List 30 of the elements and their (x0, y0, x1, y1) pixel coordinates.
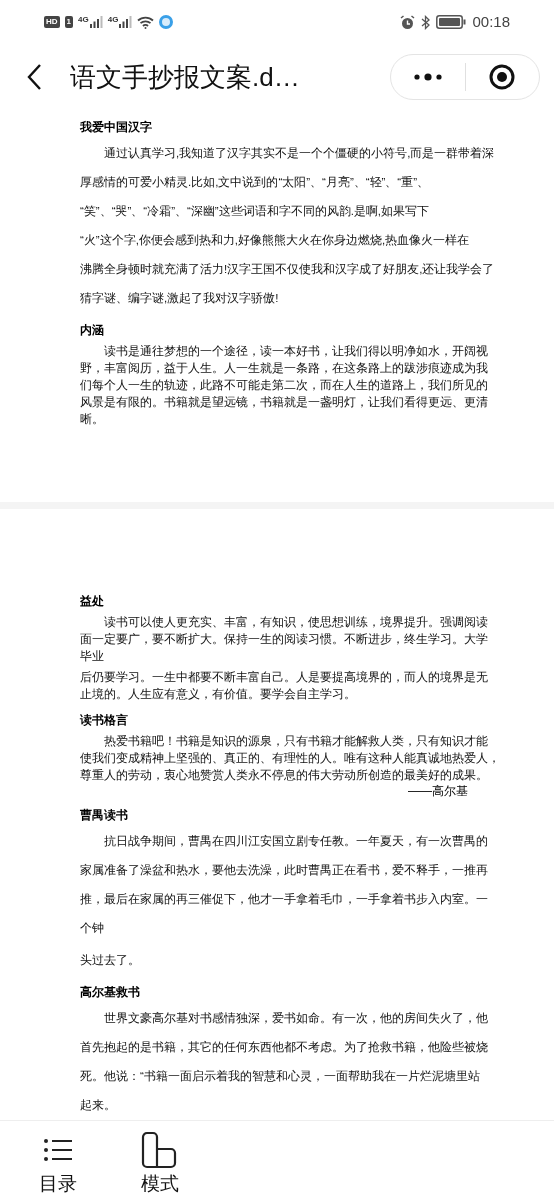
wifi-icon (137, 15, 155, 29)
section-heading: 内涵 (80, 322, 105, 339)
target-icon (488, 63, 517, 91)
paragraph: 读书可以使人更充实、丰富，有知识，使思想训练，境界提升。强调阅读 面一定要广，要不断扩大。保持一生的阅读习惯。不断进步，终生学习。大学 毕业 (80, 615, 488, 664)
alarm-icon (400, 14, 416, 30)
clock-time: 00:18 (472, 11, 510, 32)
app-icon (159, 15, 174, 29)
list-icon (43, 1138, 73, 1162)
sim-icon: 1 (64, 16, 73, 28)
more-icon (412, 73, 443, 81)
section-heading: 高尔基救书 (80, 984, 141, 1001)
section-heading: 益处 (80, 593, 105, 610)
paragraph: 后仍要学习。一生中都要不断丰富自己。人是要提高境界的，而人的境界是无 止境的。人生应有意义，有价值。要学会自主学习。 (80, 670, 488, 702)
paragraph: 通过认真学习,我知道了汉字其实不是一个个僵硬的小符号,而是一群带着深 厚感情的可爱小精灵.比如,文中说到的“太阳”、“月亮”、“轻”、“重”、 “笑”、“哭”、“冷霜”、“深幽”这些词语和字不同的风韵.是啊,如果写下 “火”这个字,你便会感到热和力,好像熊熊大火在你身边燃烧,热血像火一样在 沸腾全身顿时就充满了活力!汉字王国不仅使我和汉字成了好朋友,还让我学会了 猜字谜、编字谜,激起了我对汉字骄傲! (80, 146, 495, 306)
paragraph: 世界文豪高尔基对书感情独深，爱书如命。有一次，他的房间失火了，他 首先抱起的是书籍，其它的任何东西他都不考虑。为了抢救书籍，他险些被烧 死。他说：“书籍一面启示着我的智慧和心灵，一面帮助我在一片烂泥塘里站 起来。 (80, 1011, 488, 1113)
section-heading: 曹禺读书 (80, 807, 129, 824)
quote-attribution: ——高尔基 (407, 784, 469, 798)
bluetooth-icon (421, 14, 431, 30)
hd-icon: HD (44, 16, 60, 28)
section-heading: 读书格言 (80, 712, 129, 729)
layout-icon (141, 1131, 179, 1169)
section-heading: 我爱中国汉字 (80, 119, 153, 136)
window-title: 语文手抄报文案.d… (70, 60, 300, 94)
paragraph: 头过去了。 (80, 953, 140, 968)
toolbar-button[interactable]: 模式 (138, 1131, 182, 1195)
paragraph: 热爱书籍吧！书籍是知识的源泉，只有书籍才能解救人类，只有知识才能 使我们变成精神上坚强的、真正的、有理性的人。唯有这种人能真诚地热爱人， 尊重人的劳动，衷心地赞赏人类永不停息的伟大劳动所创造的最美好的成果。 (80, 734, 500, 783)
paragraph: 抗日战争期间，曹禺在四川江安国立剧专任教。一年夏天，有一次曹禺的 家属准备了澡盆和热水，要他去洗澡，此时曹禺正在看书，爱不释手，一推再 推，最后在家属的再三催促下，他才一手拿着毛巾，一手拿着书步入内室。一 个钟 (80, 834, 488, 936)
paragraph: 读书是通往梦想的一个途径，读一本好书，让我们得以明净如水，开阔视 野，丰富阅历，益于人生。人一生就是一条路，在这条路上的跋涉痕迹成为我 们每个人一生的轨迹，此路不可能走第二次，而在人生的道路上，我们所见的 风景是有限的。书籍就是望远镜，书籍就是一盏明灯，让我们看得更远、更清 晰。 (80, 344, 488, 427)
battery-icon (436, 15, 467, 29)
toolbar-button[interactable]: 目录 (36, 1131, 80, 1195)
